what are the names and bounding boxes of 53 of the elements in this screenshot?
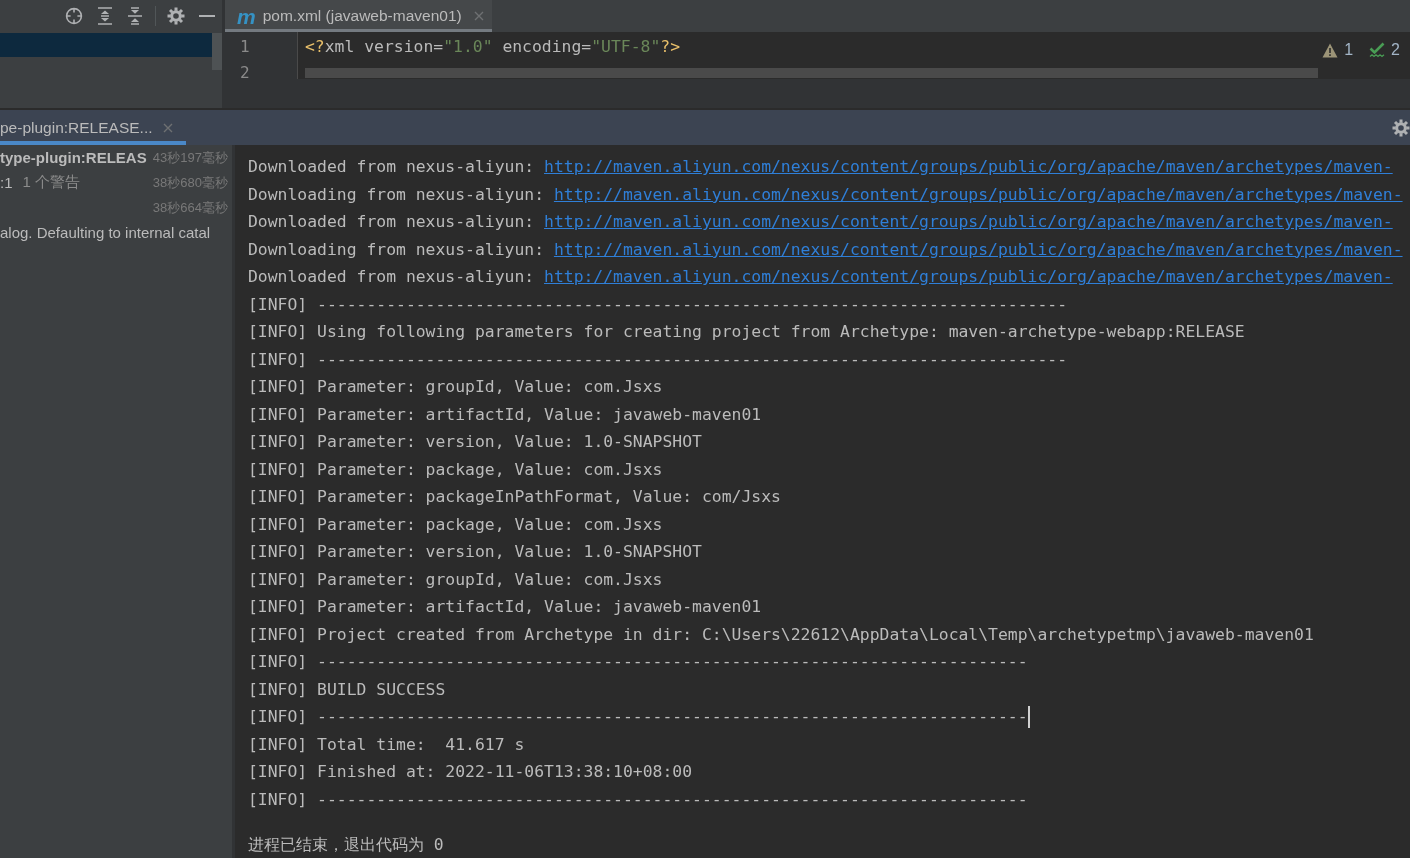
warning-note: 1 个警告 <box>22 173 81 192</box>
console-line: [INFO] ------------------------------------------------------------------------ <box>248 788 1028 811</box>
console-link[interactable]: http://maven.aliyun.com/nexus/content/groups/public/org/apache/maven/archetypes/maven- <box>544 267 1393 287</box>
console-line: [INFO] Parameter: package, Value: com.Jsxs <box>248 513 663 536</box>
duration-label: 38秒664毫秒 <box>152 198 228 217</box>
console-line: [INFO] ---------------------------------------------------------------------------- <box>248 293 1068 316</box>
console-line: [INFO] ------------------------------------------------------------------------ <box>248 651 1028 674</box>
console-line: [INFO] Parameter: artifactId, Value: javaweb-maven01 <box>248 403 762 426</box>
console-line: [INFO] Parameter: groupId, Value: com.Jsxs <box>248 568 663 591</box>
build-step-label[interactable]: :1 <box>0 174 13 191</box>
console-line: [INFO] ---------------------------------------------------------------------------- <box>248 348 1068 371</box>
duration-label: 38秒680毫秒 <box>152 173 228 192</box>
crosshair-icon[interactable] <box>65 7 83 25</box>
line-number: 2 <box>240 62 251 79</box>
console-link[interactable]: http://maven.aliyun.com/nexus/content/groups/public/org/apache/maven/archetypes/maven- <box>544 212 1393 232</box>
file-type-icon: m <box>237 5 256 27</box>
horizontal-scrollbar[interactable] <box>305 68 1318 78</box>
line-number: 1 <box>240 36 251 58</box>
duration-label: 43秒197毫秒 <box>152 148 228 167</box>
console-line: [INFO] Parameter: artifactId, Value: javaweb-maven01 <box>248 596 762 619</box>
console-line: [INFO] Using following parameters for creating project from Archetype: maven-archetype-webapp:RELEASE <box>248 321 1245 344</box>
console-line: [INFO] Parameter: packageInPathFormat, Value: com/Jsxs <box>248 486 781 509</box>
console-line: Downloaded from nexus-aliyun: http://maven.aliyun.com/nexus/content/groups/public/org/apache/maven/archetypes/maven- <box>248 266 1393 289</box>
editor-tab[interactable]: m pom.xml (javaweb-maven01) <box>225 0 492 32</box>
settings-icon[interactable] <box>1392 118 1410 137</box>
check-icon[interactable] <box>1369 42 1386 58</box>
console-line: [INFO] ------------------------------------------------------------------------ <box>248 706 1028 729</box>
console-line: [INFO] Parameter: package, Value: com.Jsxs <box>248 458 663 481</box>
log-message[interactable]: alog. Defaulting to internal catal <box>0 224 211 241</box>
console-line: Downloaded from nexus-aliyun: http://maven.aliyun.com/nexus/content/groups/public/org/apache/maven/archetypes/maven- <box>248 156 1393 179</box>
inspection-count[interactable]: 1 <box>1344 41 1354 59</box>
build-step-label[interactable]: type-plugin:RELEAS <box>0 149 147 166</box>
console-link[interactable]: http://maven.aliyun.com/nexus/content/groups/public/org/apache/maven/archetypes/maven- <box>553 184 1403 204</box>
console-line: Downloading from nexus-aliyun: http://maven.aliyun.com/nexus/content/groups/public/org/apache/maven/archetypes/maven- <box>248 238 1403 261</box>
collapse-all-icon[interactable] <box>127 7 143 25</box>
inspection-count[interactable]: 2 <box>1391 41 1400 59</box>
console-line: [INFO] Parameter: groupId, Value: com.Jsxs <box>248 376 663 399</box>
console-line: [INFO] Parameter: version, Value: 1.0-SNAPSHOT <box>248 541 702 564</box>
console-line: [INFO] BUILD SUCCESS <box>248 678 446 701</box>
console-link[interactable]: http://maven.aliyun.com/nexus/content/groups/public/org/apache/maven/archetypes/maven- <box>553 239 1403 259</box>
console-line: [INFO] Total time: 41.617 s <box>248 733 525 756</box>
console-line: 进程已结束，退出代码为 0 <box>248 835 444 856</box>
console-line: Downloaded from nexus-aliyun: http://maven.aliyun.com/nexus/content/groups/public/org/apache/maven/archetypes/maven- <box>248 211 1393 234</box>
code-line: <?xml version="1.0" encoding="UTF-8"?> <box>305 36 681 58</box>
scrollbar-thumb[interactable] <box>212 33 222 70</box>
console-line: [INFO] Parameter: version, Value: 1.0-SNAPSHOT <box>248 431 702 454</box>
settings-icon[interactable] <box>167 7 185 25</box>
console-line: Downloading from nexus-aliyun: http://maven.aliyun.com/nexus/content/groups/public/org/apache/maven/archetypes/maven- <box>248 183 1403 206</box>
console-line: [INFO] Finished at: 2022-11-06T13:38:10+08:00 <box>248 761 693 784</box>
console-link[interactable]: http://maven.aliyun.com/nexus/content/groups/public/org/apache/maven/archetypes/maven- <box>544 157 1393 177</box>
warning-icon[interactable] <box>1322 42 1339 58</box>
expand-all-icon[interactable] <box>97 7 113 25</box>
console-line: [INFO] Project created from Archetype in dir: C:\Users\22612\AppData\Local\Temp\archetypetmp\javaweb-maven01 <box>248 623 1314 646</box>
